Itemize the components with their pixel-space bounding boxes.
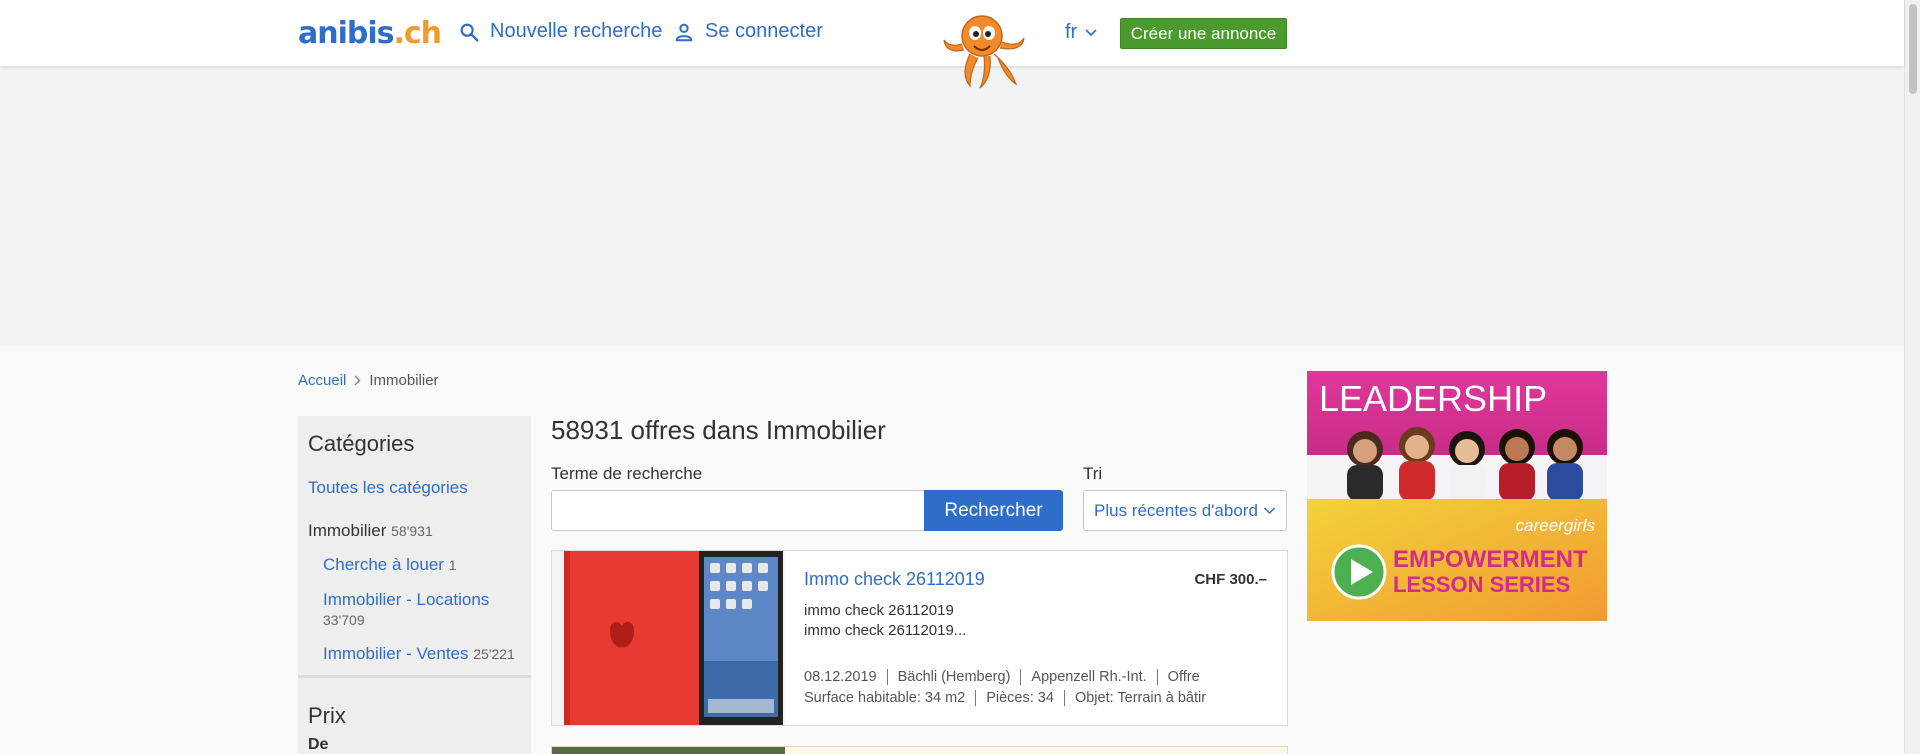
current-category-count: 58'931: [391, 523, 433, 539]
search-term-label: Terme de recherche: [551, 464, 703, 483]
subcategory-count: 25'221: [473, 646, 515, 662]
search-button[interactable]: Rechercher: [924, 490, 1063, 531]
listing-date: 08.12.2019: [804, 669, 877, 685]
new-search-label: Nouvelle recherche: [490, 20, 663, 42]
sort-value: Plus récentes d'abord: [1094, 500, 1258, 520]
meta-separator: [1063, 690, 1065, 706]
logo-main-text: anibis: [298, 16, 394, 51]
breadcrumb-home-link[interactable]: Accueil: [298, 372, 346, 389]
scrollbar-thumb[interactable]: [1909, 4, 1917, 94]
search-input[interactable]: [551, 490, 925, 531]
listing-object: Objet: Terrain à bâtir: [1074, 690, 1207, 706]
listing-description-line: immo check 26112019...: [804, 622, 967, 639]
subcategory-immobilier-ventes[interactable]: Immobilier - Ventes 25'221: [323, 644, 515, 664]
listing-price: CHF 300.–: [1194, 571, 1267, 588]
ad-brand: careergirls: [1516, 516, 1596, 535]
listing-surface: Surface habitable: 34 m2: [804, 690, 966, 706]
listing-thumbnail[interactable]: [552, 551, 785, 725]
categories-heading: Catégories: [308, 431, 415, 456]
listing-rooms: Pièces: 34: [986, 690, 1054, 706]
sort-select[interactable]: Plus récentes d'abord: [1083, 490, 1287, 531]
listing-type: Offre: [1167, 669, 1200, 685]
page-scrollbar[interactable]: [1904, 0, 1920, 754]
subcategory-label: Immobilier - Ventes: [323, 644, 469, 663]
subcategory-label: Cherche à louer: [323, 555, 444, 574]
category-sidebar: Catégories Toutes les catégories Immobil…: [298, 416, 531, 754]
current-category: Immobilier 58'931: [308, 521, 433, 541]
subcategory-label: Immobilier - Locations: [323, 590, 490, 609]
results-title: 58931 offres dans Immobilier: [551, 415, 886, 445]
chevron-down-icon: [1263, 507, 1276, 515]
login-label: Se connecter: [705, 20, 823, 42]
right-ad-banner[interactable]: LEADERSHIP careergirls EMPOWERMENT LESSO…: [1307, 371, 1607, 621]
anibis-logo[interactable]: anibis.ch: [298, 16, 443, 51]
meta-separator: [886, 669, 888, 685]
language-selector[interactable]: fr: [1065, 21, 1097, 44]
sidebar-divider: [298, 675, 531, 678]
listing-thumbnail[interactable]: [552, 747, 785, 754]
octopus-mascot-icon[interactable]: [940, 8, 1030, 92]
listing-description: immo check 26112019 immo check 26112019.…: [804, 601, 966, 641]
listing-details-row: Surface habitable: 34 m2 Pièces: 34 Obje…: [804, 690, 1206, 706]
meta-separator: [1020, 669, 1022, 685]
ad-line2: LESSON SERIES: [1393, 572, 1570, 597]
chevron-right-icon: [354, 375, 361, 386]
search-icon: [460, 23, 479, 41]
subcategory-cherche-a-louer[interactable]: Cherche à louer 1: [323, 555, 457, 575]
top-header: anibis.ch Nouvelle recherche Se connecte…: [0, 0, 1904, 89]
listing-description-line: immo check 26112019: [804, 602, 954, 619]
chevron-down-icon: [1085, 28, 1097, 36]
meta-separator: [975, 690, 977, 706]
listing-card[interactable]: [551, 746, 1288, 754]
all-categories-link[interactable]: Toutes les catégories: [308, 478, 468, 498]
listing-card[interactable]: Immo check 26112019 CHF 300.– immo check…: [551, 550, 1288, 726]
subcategory-immobilier-locations[interactable]: Immobilier - Locations 33'709: [323, 590, 523, 630]
breadcrumb: Accueil Immobilier: [298, 372, 439, 389]
subcategory-count: 1: [448, 557, 457, 573]
login-link[interactable]: Se connecter: [673, 20, 823, 43]
price-from-label: De: [308, 736, 329, 753]
create-ad-button[interactable]: Créer une annonce: [1120, 18, 1287, 49]
ad-line1: EMPOWERMENT: [1393, 546, 1588, 573]
listing-title-link[interactable]: Immo check 26112019: [804, 569, 985, 590]
user-icon: [675, 23, 693, 41]
breadcrumb-current: Immobilier: [369, 372, 439, 389]
listing-place: Bächli (Hemberg): [897, 669, 1011, 685]
meta-separator: [1156, 669, 1158, 685]
new-search-link[interactable]: Nouvelle recherche: [458, 20, 662, 43]
logo-tld-text: .ch: [393, 16, 443, 51]
price-heading: Prix: [308, 703, 346, 728]
sort-label: Tri: [1083, 464, 1103, 483]
top-ad-banner: [0, 66, 1904, 346]
ad-headline: LEADERSHIP: [1319, 378, 1547, 419]
subcategory-count: 33'709: [323, 612, 365, 628]
current-category-label: Immobilier: [308, 521, 387, 540]
listing-meta-row: 08.12.2019 Bächli (Hemberg) Appenzell Rh…: [804, 669, 1200, 685]
language-label: fr: [1065, 21, 1078, 43]
listing-region: Appenzell Rh.-Int.: [1031, 669, 1147, 685]
